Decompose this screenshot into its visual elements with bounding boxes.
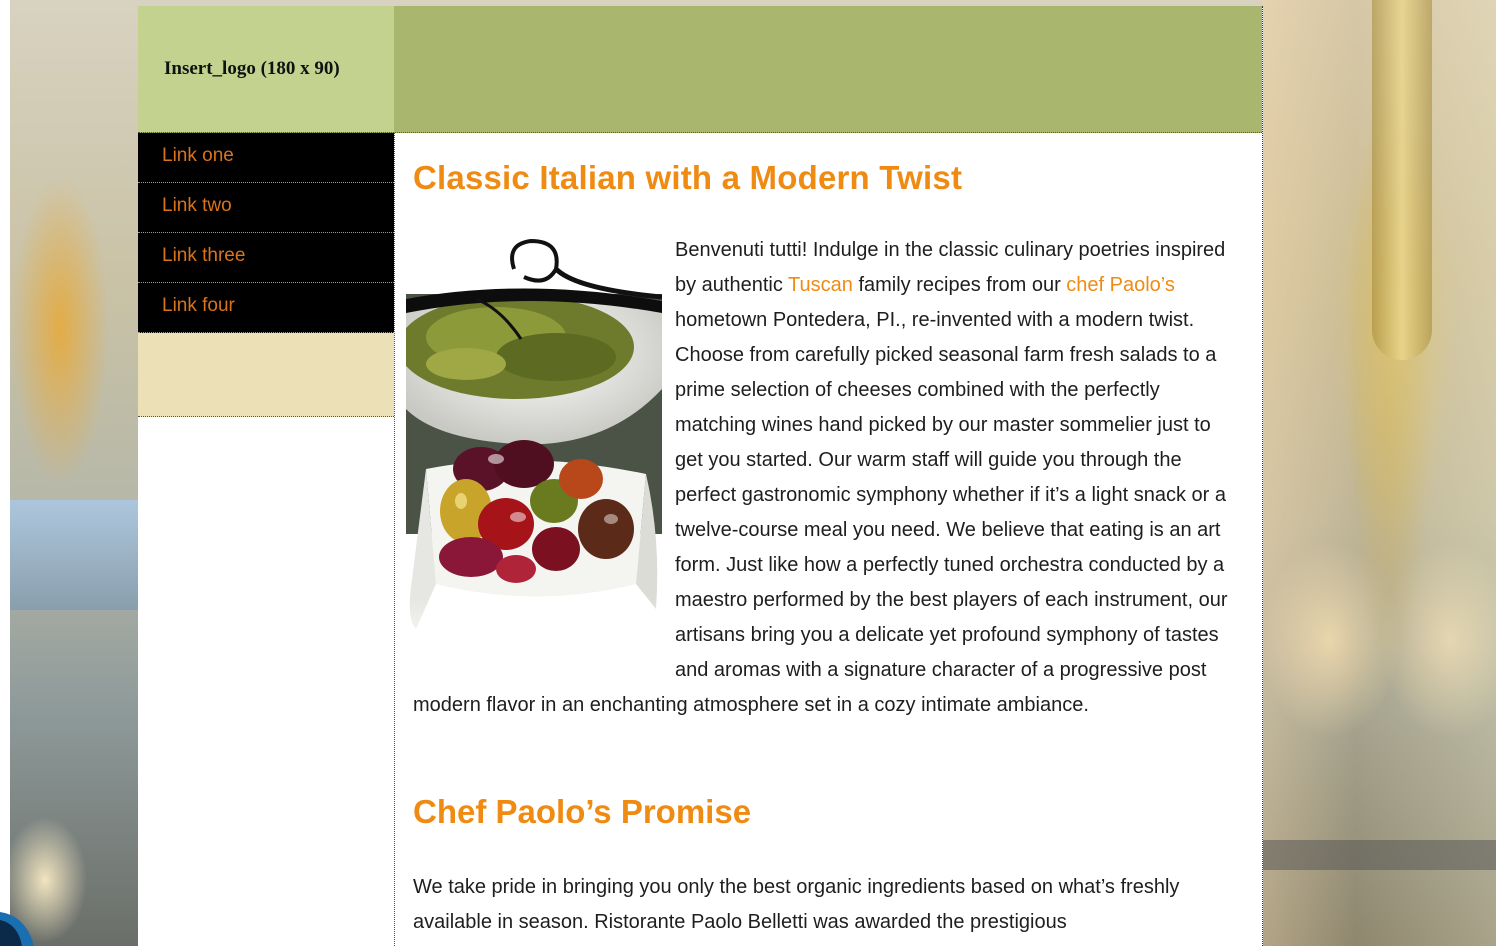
page-title: Classic Italian with a Modern Twist [413, 159, 963, 196]
nav-link-label: Link three [162, 245, 246, 266]
sidebar: Link one Link two Link three Link four [138, 133, 395, 946]
header: Insert_logo (180 x 90) [138, 6, 1262, 133]
page-container: Insert_logo (180 x 90) Link one Link two… [138, 6, 1263, 946]
sidebar-panel [138, 333, 394, 417]
photo-spacer [413, 233, 675, 669]
nav-link-label: Link one [162, 145, 234, 166]
nav-link-label: Link two [162, 195, 232, 216]
logo-placeholder[interactable]: Insert_logo (180 x 90) [138, 6, 394, 132]
nav-link-four[interactable]: Link four [138, 283, 394, 333]
background-bottle [1372, 0, 1432, 360]
promise-heading: Chef Paolo’s Promise [413, 793, 752, 830]
intro-paragraph: Benvenuti tutti! Indulge in the classic … [413, 233, 1243, 723]
chef-paolo-link[interactable]: chef Paolo’s [1066, 274, 1175, 296]
window-left-edge [0, 0, 10, 946]
nav-menu: Link one Link two Link three Link four [138, 133, 394, 333]
nav-link-two[interactable]: Link two [138, 183, 394, 233]
background-shelf [1262, 840, 1496, 870]
corner-swoosh-icon [0, 912, 34, 946]
background-window-band [10, 500, 138, 610]
tuscan-link[interactable]: Tuscan [788, 274, 853, 296]
logo-placeholder-text: Insert_logo (180 x 90) [164, 58, 340, 79]
intro-text-2: family recipes from our [852, 274, 1067, 296]
main-content: Classic Italian with a Modern Twist Benv… [395, 133, 1262, 946]
promise-paragraph: We take pride in bringing you only the b… [413, 876, 1180, 933]
nav-link-one[interactable]: Link one [138, 133, 394, 183]
nav-link-label: Link four [162, 295, 235, 316]
nav-link-three[interactable]: Link three [138, 233, 394, 283]
